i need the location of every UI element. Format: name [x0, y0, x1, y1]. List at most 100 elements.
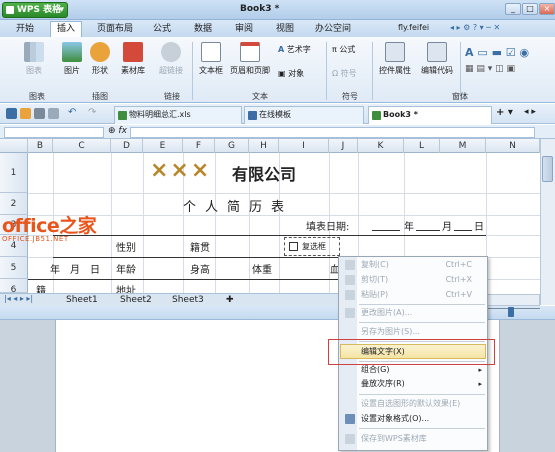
material-library-button[interactable]: 素材库 [118, 42, 148, 76]
change-picture-icon [345, 308, 355, 318]
column-header[interactable]: N [486, 139, 540, 153]
toolbar-shortcut-icons[interactable]: ◂ ▸ ⚙ ? ▾ ─ ✕ [450, 23, 500, 32]
sheet-file-icon [118, 111, 127, 120]
row-header[interactable]: 6 [0, 279, 28, 295]
wordart-button[interactable]: A 艺术字 [278, 44, 311, 55]
row-header[interactable]: 5 [0, 257, 28, 279]
cut-icon [345, 275, 355, 285]
tab-online-templates[interactable]: 在线模板 [244, 106, 364, 124]
open-icon[interactable] [20, 108, 31, 119]
group-label-text: 文本 [252, 92, 268, 101]
select-all-corner[interactable] [0, 139, 28, 153]
checkbox-icon[interactable] [289, 242, 298, 251]
tab-materials-file[interactable]: 物料明细总汇.xls [114, 106, 242, 124]
save-icon[interactable] [6, 108, 17, 119]
tab-page-layout[interactable]: 页面布局 [97, 22, 133, 36]
group-label-symbols: 符号 [342, 92, 358, 101]
zoom-slider-thumb[interactable] [508, 307, 514, 317]
form-controls-icons[interactable]: A ▭ ▬ ☑ ◉ [465, 46, 529, 59]
object-button[interactable]: ▣ 对象 [278, 68, 304, 79]
column-header[interactable]: H [249, 139, 279, 153]
sheet-tab-3[interactable]: Sheet3 [172, 294, 204, 306]
print-preview-icon[interactable] [48, 108, 59, 119]
print-icon[interactable] [34, 108, 45, 119]
menu-item-copy[interactable]: 复制(C) Ctrl+C [341, 258, 486, 272]
native-place-label: 籍贯 [190, 243, 210, 254]
chevron-down-icon: ▾ [59, 5, 64, 15]
group-label-links: 链接 [164, 92, 180, 101]
menu-item-change-picture[interactable]: 更改图片(A)... [341, 306, 486, 320]
add-sheet-button[interactable]: ✚ [226, 294, 234, 306]
control-properties-icon [385, 42, 405, 62]
maximize-button[interactable]: □ [522, 3, 538, 15]
column-header[interactable]: L [404, 139, 440, 153]
minimize-button[interactable]: _ [505, 3, 521, 15]
tab-insert[interactable]: 插入 [50, 21, 83, 37]
logo-main: office之家 [2, 215, 97, 237]
format-object-icon [345, 414, 355, 424]
tab-start[interactable]: 开始 [16, 22, 34, 36]
tab-book3[interactable]: Book3 * [368, 106, 492, 124]
checkbox-control[interactable]: 复选框 [284, 237, 340, 256]
formula-button[interactable]: π 公式 [332, 44, 355, 55]
shapes-button[interactable]: 形状 [88, 42, 112, 76]
form-controls-icons-row2[interactable]: ▦ ▤ ▾ ◫ ▣ [465, 64, 515, 74]
menu-item-group[interactable]: 组合(G) ▸ [341, 363, 486, 377]
tab-data[interactable]: 数据 [194, 22, 212, 36]
column-header[interactable]: M [440, 139, 486, 153]
scroll-thumb[interactable] [542, 156, 553, 182]
user-name[interactable]: fly.feifei [398, 23, 429, 32]
fill-date-label: 填表日期: [306, 222, 350, 233]
sheet-nav-arrows[interactable]: |◂ ◂ ▸ ▸| [4, 294, 33, 303]
header-footer-button[interactable]: 页眉和页脚 [230, 42, 270, 76]
sheet-tab-1[interactable]: Sheet1 [66, 294, 98, 306]
menu-item-paste[interactable]: 粘贴(P) Ctrl+V [341, 288, 486, 302]
annotation-highlight-box [328, 339, 495, 365]
menu-item-format-object[interactable]: 设置对象格式(O)... [341, 412, 486, 426]
date-underline [454, 230, 472, 231]
hyperlink-button[interactable]: 超链接 [156, 42, 186, 76]
grid-line [28, 193, 540, 194]
row-header[interactable]: 1 [0, 153, 28, 193]
object-icon: ▣ [278, 69, 286, 78]
tab-office-space[interactable]: 办公空间 [315, 22, 351, 36]
submenu-arrow-icon: ▸ [478, 380, 482, 388]
column-header[interactable]: J [329, 139, 358, 153]
tab-formulas[interactable]: 公式 [153, 22, 171, 36]
formula-input[interactable] [130, 127, 535, 138]
new-tab-button[interactable]: + ▾ [496, 107, 513, 118]
tab-scroll-arrows[interactable]: ◂ ▸ [524, 107, 536, 117]
chart-button[interactable]: 图表 [20, 42, 48, 76]
fx-icon[interactable]: ⊕ fx [108, 126, 127, 136]
column-header[interactable]: C [53, 139, 111, 153]
column-header[interactable]: F [183, 139, 215, 153]
column-header[interactable]: G [215, 139, 249, 153]
textbox-button[interactable]: 文本框 [196, 42, 226, 76]
name-box[interactable] [4, 127, 104, 138]
column-header[interactable]: K [358, 139, 404, 153]
menu-item-save-to-library[interactable]: 保存到WPS素材库 [341, 432, 486, 446]
column-header[interactable]: E [143, 139, 183, 153]
menu-separator [359, 428, 485, 429]
sheet-tab-2[interactable]: Sheet2 [120, 294, 152, 306]
menu-item-set-default-shape[interactable]: 设置自选图形的默认效果(E) [341, 397, 486, 411]
picture-button[interactable]: 图片 [60, 42, 84, 76]
menu-item-cut[interactable]: 剪切(T) Ctrl+X [341, 273, 486, 287]
header-footer-icon [240, 42, 260, 62]
company-title-prefix: ××× [150, 158, 212, 183]
menu-item-save-as-picture[interactable]: 另存为图片(S)... [341, 325, 486, 339]
redo-icon[interactable]: ↷ [88, 107, 96, 118]
menu-item-order[interactable]: 叠放次序(R) ▸ [341, 377, 486, 391]
column-header[interactable]: D [111, 139, 143, 153]
tab-view[interactable]: 视图 [276, 22, 294, 36]
age-label: 年龄 [116, 265, 136, 276]
symbol-button[interactable]: Ω 符号 [332, 68, 357, 79]
column-header[interactable]: B [28, 139, 53, 153]
control-properties-button[interactable]: 控件属性 [376, 42, 414, 76]
wps-app-menu-button[interactable]: WPS 表格 ▾ [2, 2, 68, 18]
close-button[interactable]: × [539, 3, 555, 15]
undo-icon[interactable]: ↶ [68, 107, 76, 118]
tab-review[interactable]: 审阅 [235, 22, 253, 36]
column-header[interactable]: I [279, 139, 329, 153]
edit-code-button[interactable]: 编辑代码 [418, 42, 456, 76]
